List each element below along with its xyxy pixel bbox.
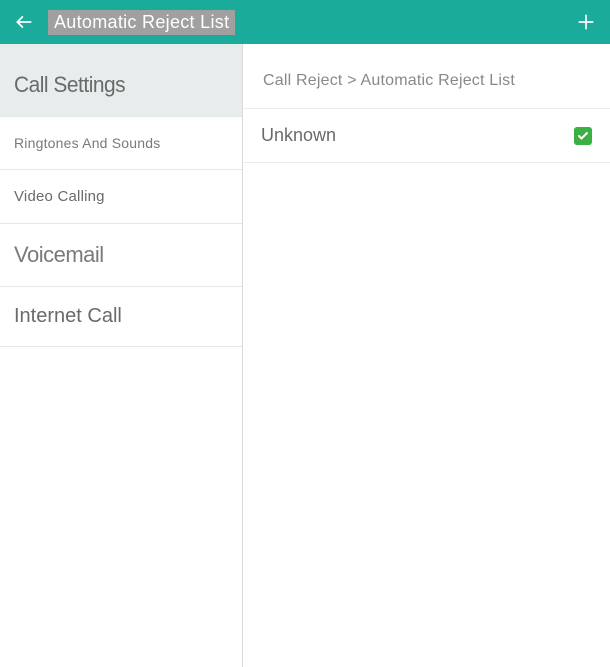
sidebar-item-video-calling[interactable]: Video Calling — [0, 170, 242, 224]
sidebar-item-label: Voicemail — [14, 242, 104, 268]
add-button[interactable] — [574, 10, 598, 34]
reject-list-row[interactable]: Unknown — [243, 108, 610, 163]
sidebar-item-label: Call Settings — [14, 72, 125, 98]
app-header: Automatic Reject List — [0, 0, 610, 44]
row-label: Unknown — [261, 125, 336, 146]
row-checkbox[interactable] — [574, 127, 592, 145]
back-arrow-icon — [14, 12, 34, 32]
sidebar-item-ringtones[interactable]: Ringtones And Sounds — [0, 117, 242, 170]
sidebar-item-voicemail[interactable]: Voicemail — [0, 224, 242, 287]
breadcrumb-text: Call Reject > Automatic Reject List — [263, 72, 515, 89]
sidebar: Call Settings Ringtones And Sounds Video… — [0, 44, 243, 667]
sidebar-item-call-settings[interactable]: Call Settings — [0, 44, 242, 117]
breadcrumb: Call Reject > Automatic Reject List — [243, 44, 610, 108]
sidebar-item-label: Internet Call — [14, 305, 122, 328]
sidebar-item-label: Video Calling — [14, 188, 105, 205]
header-title: Automatic Reject List — [48, 10, 235, 35]
body-container: Call Settings Ringtones And Sounds Video… — [0, 44, 610, 667]
back-button[interactable] — [12, 10, 36, 34]
main-content: Call Reject > Automatic Reject List Unkn… — [243, 44, 610, 667]
check-icon — [577, 130, 589, 142]
sidebar-item-label: Ringtones And Sounds — [14, 135, 160, 151]
sidebar-item-internet-call[interactable]: Internet Call — [0, 287, 242, 347]
plus-icon — [576, 12, 596, 32]
